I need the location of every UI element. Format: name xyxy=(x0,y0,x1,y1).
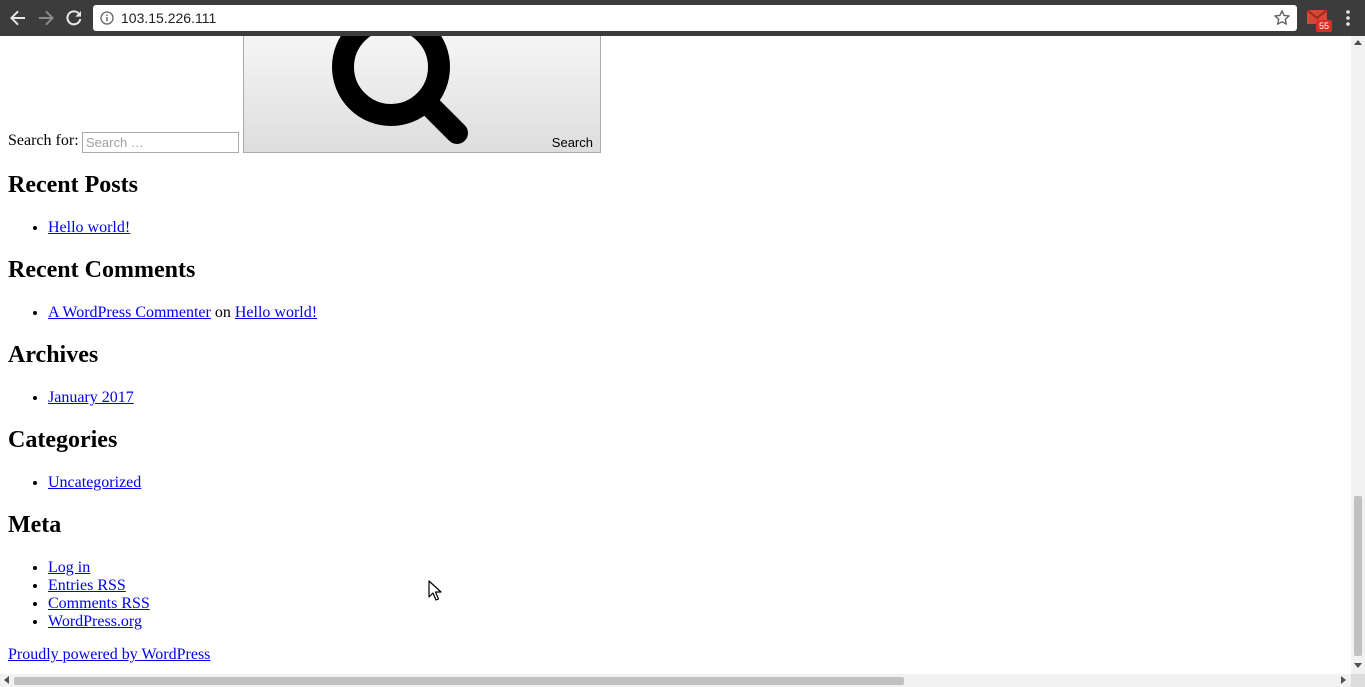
scroll-up-icon[interactable] xyxy=(1354,40,1362,45)
comment-post-link[interactable]: Hello world! xyxy=(235,304,317,321)
mouse-cursor-icon xyxy=(428,580,442,601)
login-link[interactable]: Log in xyxy=(48,559,90,576)
categories-heading: Categories xyxy=(8,427,118,453)
search-input[interactable] xyxy=(82,132,239,153)
list-item: January 2017 xyxy=(48,389,134,407)
info-icon[interactable] xyxy=(100,11,114,25)
powered-by-link[interactable]: Proudly powered by WordPress xyxy=(8,646,210,664)
scroll-left-icon[interactable] xyxy=(4,676,9,684)
meta-heading: Meta xyxy=(8,512,62,538)
scroll-corner xyxy=(1351,674,1365,687)
scroll-down-icon[interactable] xyxy=(1354,663,1362,668)
list-item: Entries RSS xyxy=(48,577,150,595)
search-icon xyxy=(332,36,468,144)
browser-menu-icon[interactable] xyxy=(1340,8,1356,28)
bookmark-star-icon[interactable] xyxy=(1273,9,1291,27)
search-label: Search for: xyxy=(8,132,79,149)
archives-list: January 2017 xyxy=(48,389,134,407)
comments-rss-link[interactable]: Comments RSS xyxy=(48,595,150,612)
recent-comments-list: A WordPress Commenter on Hello world! xyxy=(48,304,317,322)
recent-post-link[interactable]: Hello world! xyxy=(48,219,130,236)
archives-heading: Archives xyxy=(8,342,99,368)
back-icon[interactable] xyxy=(6,6,30,30)
search-button-label: Search xyxy=(551,135,593,150)
reload-icon[interactable] xyxy=(62,6,86,30)
list-item: Comments RSS xyxy=(48,595,150,613)
browser-toolbar: 103.15.226.111 55 xyxy=(0,0,1365,36)
category-link[interactable]: Uncategorized xyxy=(48,474,141,491)
archive-link[interactable]: January 2017 xyxy=(48,389,134,406)
url-text[interactable]: 103.15.226.111 xyxy=(121,10,216,26)
comment-author-link[interactable]: A WordPress Commenter xyxy=(48,304,211,321)
list-item: Uncategorized xyxy=(48,474,141,492)
page-viewport: Search for: Search Recent Posts Hello wo… xyxy=(0,36,1351,674)
vertical-scroll-thumb[interactable] xyxy=(1354,496,1362,656)
extension-badge: 55 xyxy=(1316,20,1332,32)
horizontal-scrollbar[interactable] xyxy=(0,674,1351,687)
list-item: Log in xyxy=(48,559,150,577)
list-item: A WordPress Commenter on Hello world! xyxy=(48,304,317,322)
vertical-scrollbar[interactable] xyxy=(1351,36,1365,674)
horizontal-scroll-thumb[interactable] xyxy=(14,677,904,685)
meta-list: Log in Entries RSS Comments RSS WordPres… xyxy=(48,559,150,631)
list-item: WordPress.org xyxy=(48,613,150,631)
recent-comments-heading: Recent Comments xyxy=(8,257,196,283)
recent-posts-heading: Recent Posts xyxy=(8,172,138,198)
forward-icon[interactable] xyxy=(34,6,58,30)
comment-connector: on xyxy=(214,304,231,321)
categories-list: Uncategorized xyxy=(48,474,141,492)
address-bar[interactable]: 103.15.226.111 xyxy=(93,5,1297,31)
wordpress-org-link[interactable]: WordPress.org xyxy=(48,613,142,630)
scroll-right-icon[interactable] xyxy=(1341,676,1346,684)
list-item: Hello world! xyxy=(48,219,130,237)
recent-posts-list: Hello world! xyxy=(48,219,130,237)
entries-rss-link[interactable]: Entries RSS xyxy=(48,577,126,594)
search-button[interactable]: Search xyxy=(243,36,601,153)
